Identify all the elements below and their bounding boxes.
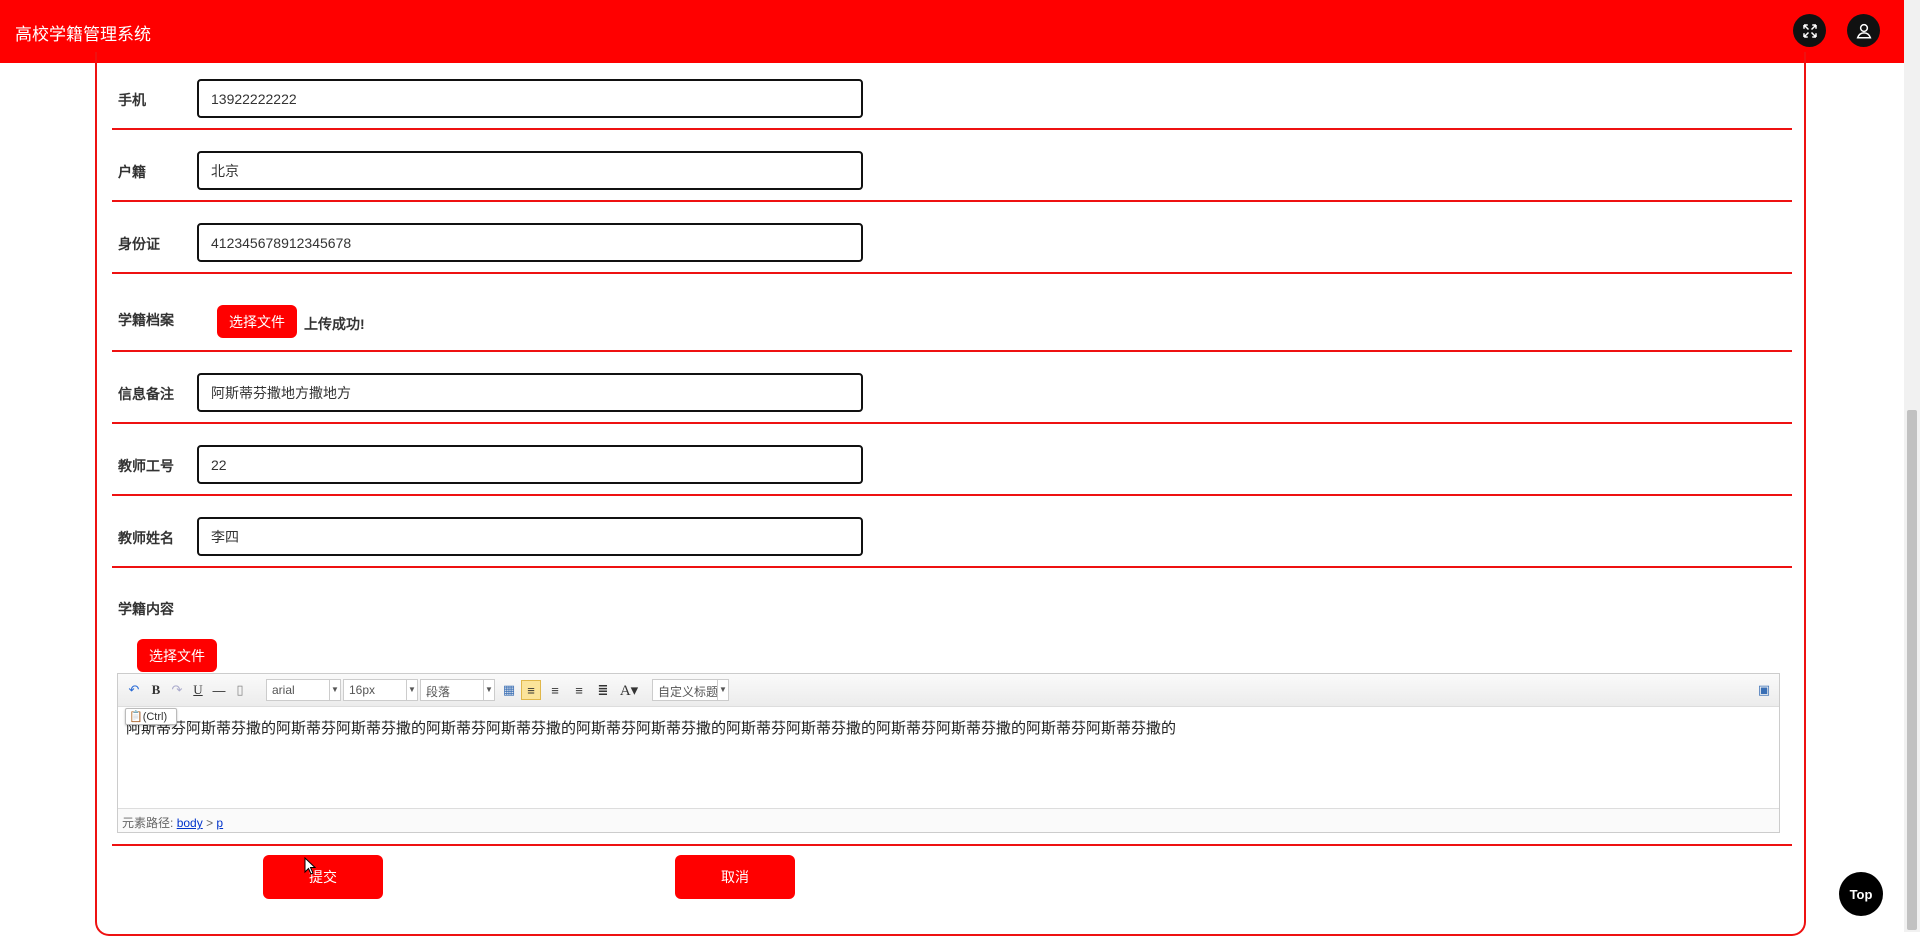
fullscreen-icon bbox=[1802, 23, 1817, 38]
element-path-bar: 元素路径: body > p bbox=[118, 808, 1779, 832]
path-body-link[interactable]: body bbox=[177, 816, 203, 830]
source-code-icon[interactable]: ▣ bbox=[1754, 680, 1774, 700]
path-p-link[interactable]: p bbox=[216, 816, 223, 830]
scroll-thumb[interactable] bbox=[1907, 410, 1917, 930]
align-right-icon[interactable]: ≡ bbox=[545, 680, 565, 700]
undo-icon[interactable]: ↶ bbox=[124, 680, 144, 700]
horizontal-rule-icon[interactable]: — bbox=[209, 680, 229, 700]
archive-label: 学籍档案 bbox=[118, 312, 174, 328]
editor-toolbar: ↶ B ↷ U — ▯ arial ▼ 16px ▼ 段落 ▼ ▦ ≡ ≡ ≡ ≣ A… bbox=[118, 674, 1779, 707]
submit-button[interactable]: 提交 bbox=[263, 855, 383, 899]
form-row-remark: 信息备注 bbox=[112, 352, 1792, 424]
form-row-teacher-id: 教师工号 bbox=[112, 424, 1792, 496]
bold-icon[interactable]: B bbox=[146, 680, 166, 700]
form-row-teacher-name: 教师姓名 bbox=[112, 496, 1792, 568]
form-row-household: 户籍 bbox=[112, 130, 1792, 202]
remark-label: 信息备注 bbox=[118, 386, 174, 402]
teacher-name-label: 教师姓名 bbox=[118, 530, 174, 546]
user-button[interactable] bbox=[1847, 14, 1880, 47]
rich-text-editor[interactable]: ↶ B ↷ U — ▯ arial ▼ 16px ▼ 段落 ▼ ▦ ≡ ≡ ≡ ≣ A… bbox=[117, 673, 1780, 833]
form-row-id-card: 身份证 bbox=[112, 202, 1792, 274]
paste-options-button[interactable]: 📋 (Ctrl) bbox=[125, 708, 177, 725]
user-icon bbox=[1856, 23, 1871, 38]
editor-text: 阿斯蒂芬阿斯蒂芬撒的阿斯蒂芬阿斯蒂芬撒的阿斯蒂芬阿斯蒂芬撒的阿斯蒂芬阿斯蒂芬撒的… bbox=[126, 720, 1177, 737]
font-family-select[interactable]: arial ▼ bbox=[266, 679, 341, 701]
custom-title-select[interactable]: 自定义标题 ▼ bbox=[652, 679, 729, 701]
household-input[interactable] bbox=[197, 151, 863, 190]
app-title: 高校学籍管理系统 bbox=[15, 25, 151, 44]
remark-input[interactable] bbox=[197, 373, 863, 412]
back-to-top-button[interactable]: Top bbox=[1839, 872, 1883, 916]
align-justify-icon[interactable]: ≣ bbox=[593, 680, 613, 700]
phone-input[interactable] bbox=[197, 79, 863, 118]
id-card-label: 身份证 bbox=[118, 236, 160, 252]
mouse-cursor-icon bbox=[304, 857, 316, 875]
fullscreen-button[interactable] bbox=[1793, 14, 1826, 47]
form-row-phone: 手机 bbox=[112, 58, 1792, 130]
align-center-icon[interactable]: ≡ bbox=[569, 680, 589, 700]
phone-label: 手机 bbox=[118, 92, 146, 108]
household-label: 户籍 bbox=[118, 164, 146, 180]
clipboard-icon: 📋 bbox=[129, 711, 143, 723]
underline-icon[interactable]: U bbox=[188, 680, 208, 700]
id-card-input[interactable] bbox=[197, 223, 863, 262]
archive-file-button[interactable]: 选择文件 bbox=[217, 305, 297, 338]
align-left-icon[interactable]: ≡ bbox=[521, 680, 541, 700]
font-color-icon[interactable]: A▾ bbox=[619, 680, 639, 700]
upload-status: 上传成功! bbox=[304, 316, 365, 332]
cancel-button[interactable]: 取消 bbox=[675, 855, 795, 899]
table-icon[interactable]: ▦ bbox=[499, 680, 519, 700]
content-file-button[interactable]: 选择文件 bbox=[137, 639, 217, 672]
paragraph-select[interactable]: 段落 ▼ bbox=[420, 679, 495, 701]
content-label: 学籍内容 bbox=[118, 601, 174, 617]
page-scrollbar[interactable] bbox=[1904, 0, 1920, 932]
editor-content[interactable]: 阿斯蒂芬阿斯蒂芬撒的阿斯蒂芬阿斯蒂芬撒的阿斯蒂芬阿斯蒂芬撒的阿斯蒂芬阿斯蒂芬撒的… bbox=[118, 707, 1779, 799]
page-icon[interactable]: ▯ bbox=[230, 680, 250, 700]
teacher-id-label: 教师工号 bbox=[118, 458, 174, 474]
teacher-name-input[interactable] bbox=[197, 517, 863, 556]
redo-icon[interactable]: ↷ bbox=[167, 680, 187, 700]
form-row-archive: 学籍档案 选择文件 上传成功! bbox=[112, 274, 1792, 352]
font-size-select[interactable]: 16px ▼ bbox=[343, 679, 418, 701]
teacher-id-input[interactable] bbox=[197, 445, 863, 484]
